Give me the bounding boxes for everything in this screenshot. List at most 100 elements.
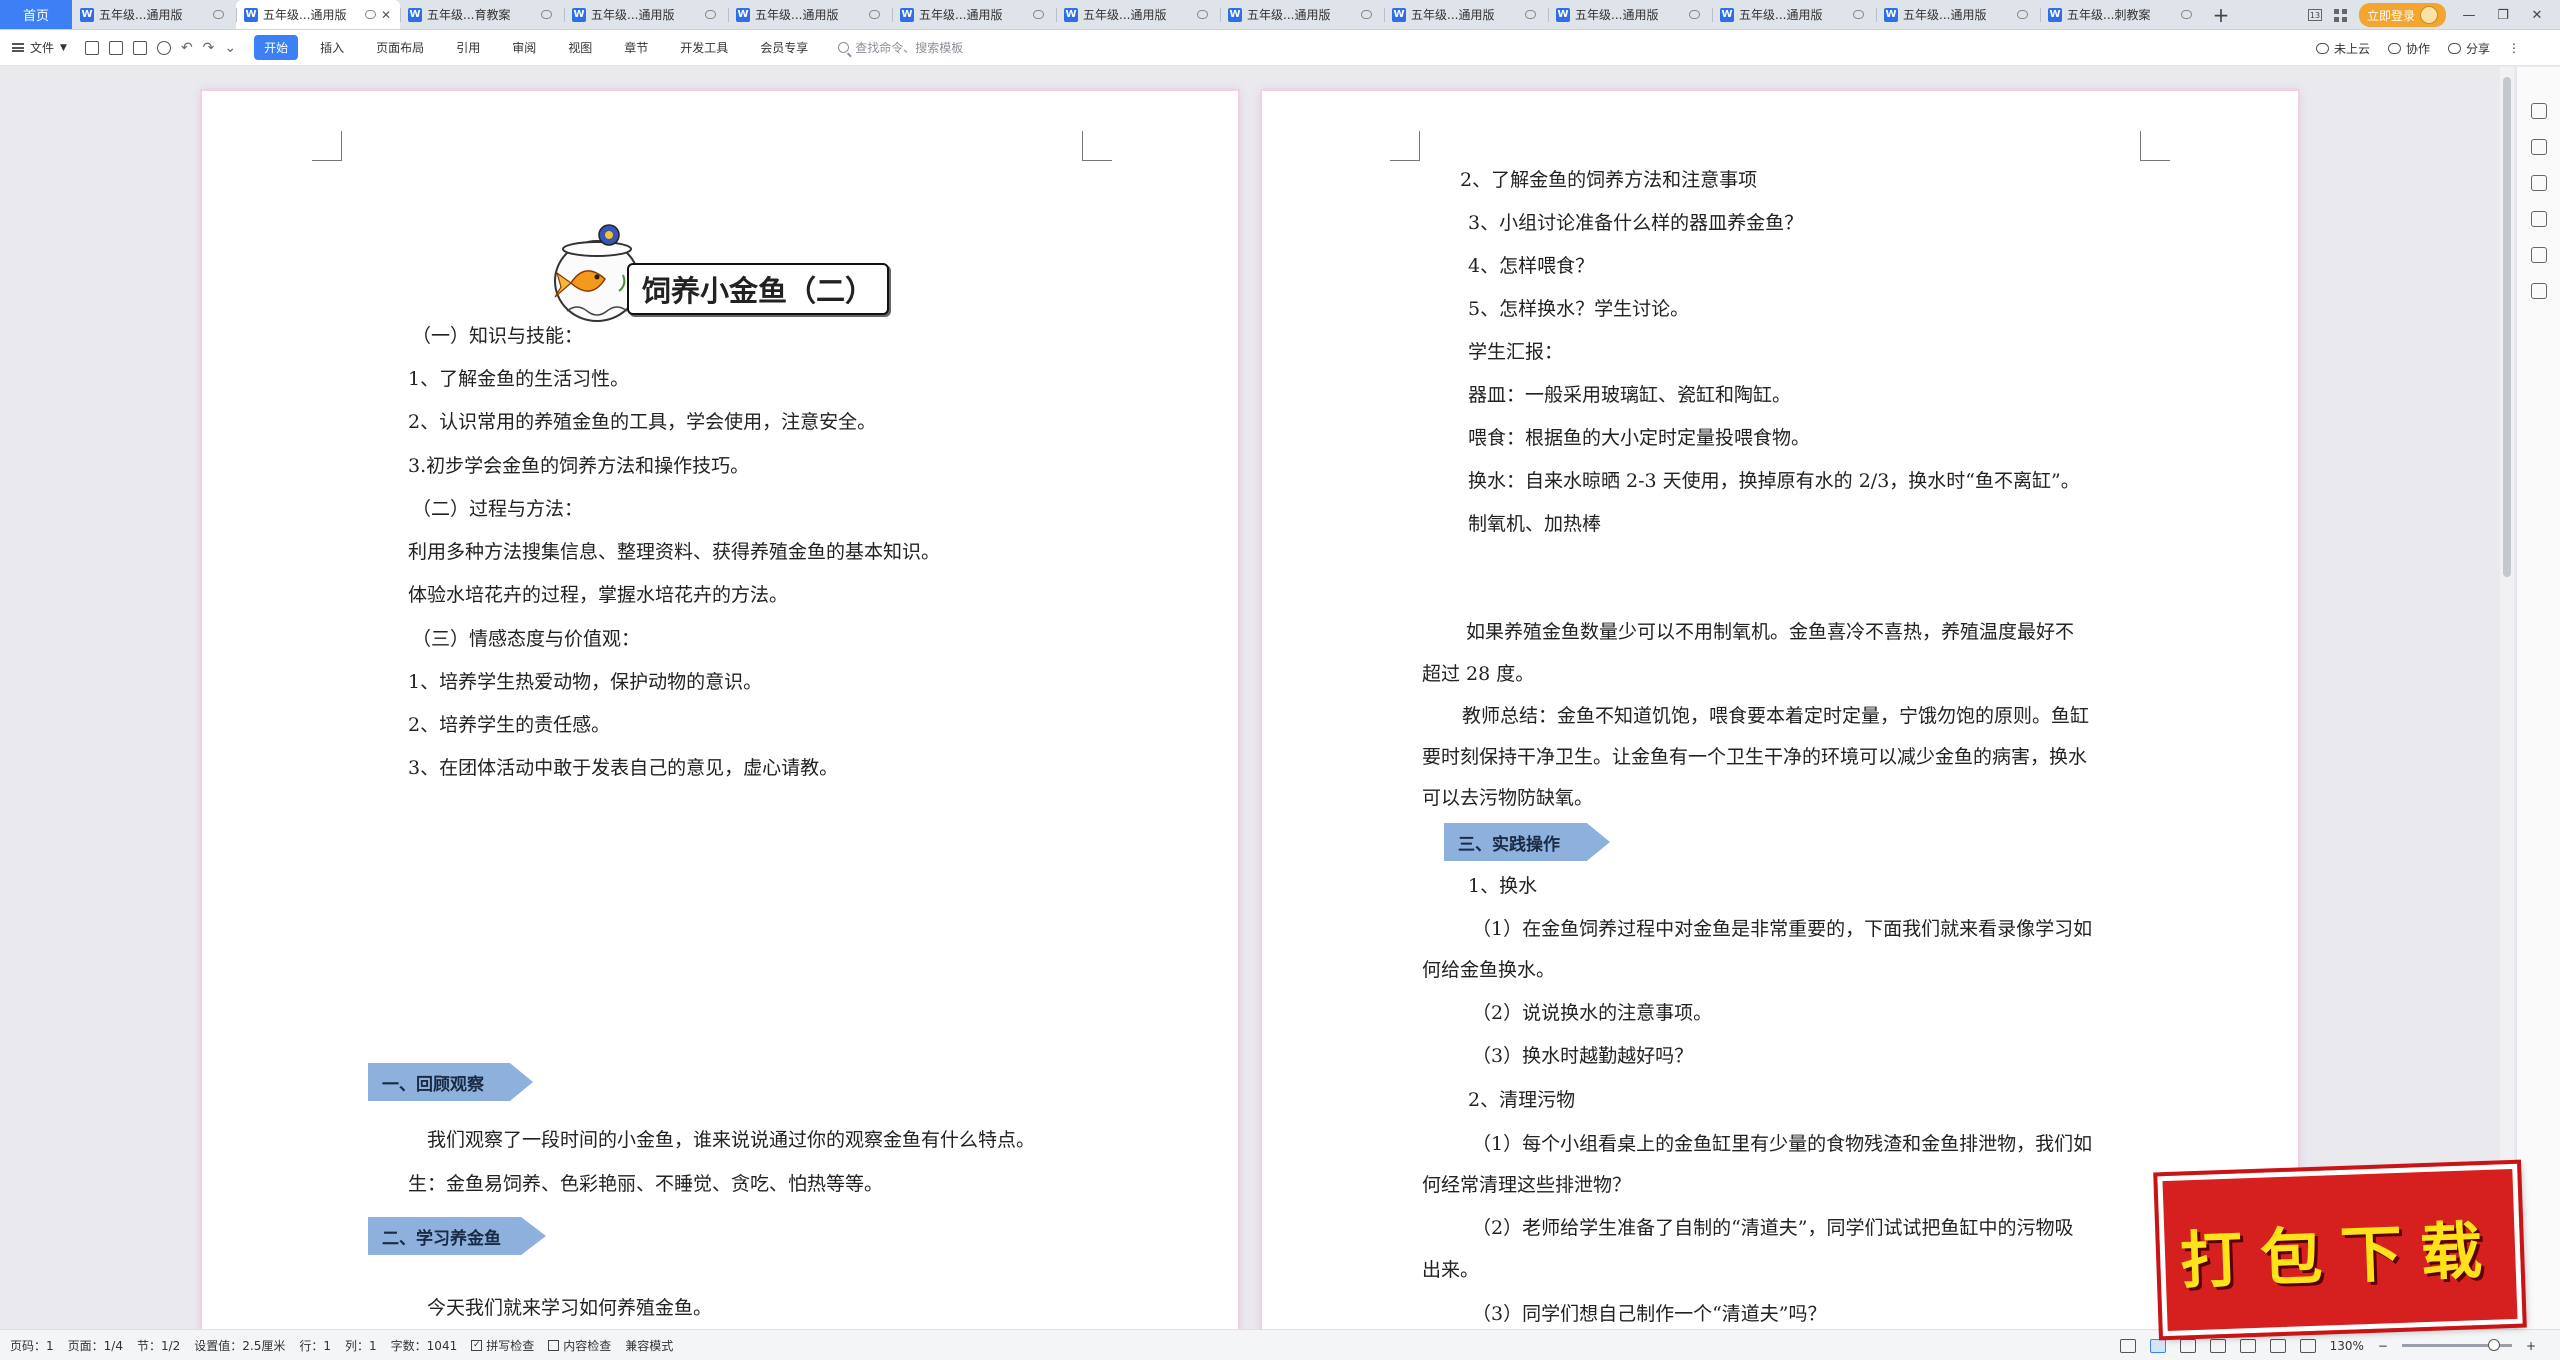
section-banner-review: 一、回顾观察 [368,1063,533,1101]
export-icon[interactable] [108,40,123,55]
scrollbar-thumb[interactable] [2503,77,2511,577]
outline-view-icon[interactable] [2179,1338,2196,1353]
status-words[interactable]: 字数：1041 [391,1337,458,1354]
preview-icon[interactable] [156,40,171,55]
read-view-icon[interactable] [2209,1338,2226,1353]
document-tab[interactable]: W 五年级...育教案 [400,0,564,29]
login-button[interactable]: 立即登录 [2358,3,2446,27]
image-icon[interactable] [2530,211,2547,227]
status-page-code[interactable]: 页码：1 [10,1337,54,1354]
learn-line: 今天我们就来学习如何养殖金鱼。 [427,1297,713,1319]
document-tab[interactable]: W 五年级...通用版 [1876,0,2040,29]
tab-title: 五年级...通用版 [1411,8,1495,22]
ribbon-tab[interactable]: 审阅 [502,35,546,60]
location-icon[interactable] [2530,247,2547,263]
hamburger-icon [12,43,24,52]
document-tab[interactable]: W 五年级...通用版 ✕ [236,0,400,29]
more-icon[interactable]: ⋮ [2508,41,2520,55]
objective-line: 3.初步学会金鱼的饲养方法和操作技巧。 [408,455,750,477]
para2-line-a: 教师总结：金鱼不知道饥饱，喂食要本着定时定量，宁饿勿饱的原则。鱼缸 [1462,705,2090,727]
cloud-status[interactable]: 未上云 [2315,40,2370,57]
ribbon-tab[interactable]: 开始 [254,35,299,60]
zoom-level[interactable]: 130% [2330,1339,2364,1353]
document-tab[interactable]: W 五年级...通用版 [892,0,1056,29]
eye-protect-icon[interactable] [2119,1338,2136,1353]
status-section[interactable]: 节：1/2 [137,1337,180,1354]
spell-check[interactable]: ✓ 拼写检查 [471,1337,534,1354]
redo-icon[interactable]: ↷ [203,41,215,55]
zoom-in-icon[interactable]: + [2526,1339,2536,1353]
write-view-icon[interactable] [2269,1338,2286,1353]
page-view-icon[interactable] [2149,1338,2166,1353]
writer-doc-icon: W [736,7,750,22]
edit-icon[interactable] [2530,103,2547,119]
method-line: 制氧机、加热棒 [1468,513,1602,535]
content-check[interactable]: 内容检查 [548,1337,611,1354]
cursor-icon[interactable] [2530,139,2547,155]
practice-q2-a: （2）老师给学生准备了自制的“清道夫”，同学们试试把鱼缸中的污物吸 [1472,1217,2074,1239]
save-icon[interactable] [84,40,99,55]
compat-mode: 兼容模式 [625,1338,674,1353]
document-tab[interactable]: W 五年级...通用版 [72,0,236,29]
document-tab[interactable]: W 五年级...刺教案 [2040,0,2204,29]
comment-icon [1853,10,1864,19]
zoom-slider-knob[interactable] [2487,1339,2500,1351]
close-icon[interactable]: ✕ [2526,8,2548,23]
vertical-scrollbar[interactable] [2500,67,2514,1329]
search-icon [838,42,850,53]
ribbon-tab[interactable]: 页面布局 [366,35,434,60]
book-icon[interactable] [2530,283,2547,299]
print-icon[interactable] [132,40,147,55]
writer-doc-icon: W [1556,7,1570,22]
document-tab[interactable]: W 五年级...通用版 [728,0,892,29]
apps-grid-icon[interactable] [2333,8,2347,22]
document-tab[interactable]: W 五年级...通用版 [1384,0,1548,29]
ribbon-tab[interactable]: 插入 [310,35,354,60]
document-tab[interactable]: W 五年级...通用版 [564,0,728,29]
adjust-icon[interactable] [2530,175,2547,191]
ribbon-tab[interactable]: 开发工具 [670,35,738,60]
ribbon-tab[interactable]: 章节 [614,35,658,60]
comment-icon [213,10,224,19]
tab-home[interactable]: 首页 [0,0,72,29]
tab-title: 五年级...通用版 [1083,8,1167,22]
customize-icon[interactable]: ⌄ [224,41,236,55]
ribbon-tab[interactable]: 视图 [558,35,602,60]
web-view-icon[interactable] [2239,1338,2256,1353]
collab-button[interactable]: 协作 [2387,40,2430,57]
status-setting[interactable]: 设置值：2.5厘米 [194,1337,285,1354]
zoom-out-icon[interactable]: − [2378,1339,2388,1353]
file-menu[interactable]: 文件 ▼ [12,39,67,56]
ribbon-tab[interactable]: 引用 [446,35,490,60]
para2-line-b: 要时刻保持干净卫生。让金鱼有一个卫生干净的环境可以减少金鱼的病害，换水 [1422,746,2088,768]
restore-icon[interactable]: ❐ [2492,8,2514,23]
minimize-icon[interactable]: — [2458,8,2480,23]
comment-icon [1033,10,1044,19]
practice-p2: （2）说说换水的注意事项。 [1472,1002,1713,1024]
tab-bar: 首页 W 五年级...通用版 W 五年级...通用版 ✕ W 五年级...育教案 W 五年级..… [0,0,2560,30]
comment-icon [2181,10,2192,19]
comment-icon [2017,10,2028,19]
document-tab[interactable]: W 五年级...通用版 [1056,0,1220,29]
zoom-slider[interactable] [2401,1339,2512,1351]
share-button[interactable]: 分享 [2447,40,2490,57]
content-check-label: 内容检查 [563,1338,612,1353]
command-search[interactable]: 查找命令、搜索模板 [838,39,963,56]
close-tab-icon[interactable]: ✕ [380,8,392,22]
ribbon-tabs: 开始 插入 页面布局 引用 审阅 视图 章节 开发工具 会员专享 [254,35,830,60]
tab-title: 五年级...通用版 [755,8,839,22]
comment-icon [1361,10,1372,19]
quick-tools: ↶ ↷ ⌄ [84,40,236,55]
window-count-icon[interactable]: 13 [2307,9,2322,21]
ribbon-tab[interactable]: 会员专享 [750,35,818,60]
method-line: 换水：自来水晾晒 2-3 天使用，换掉原有水的 2/3，换水时“鱼不离缸”。 [1468,470,2080,492]
document-tab[interactable]: W 五年级...通用版 [1712,0,1876,29]
document-tab[interactable]: W 五年级...通用版 [1548,0,1712,29]
fit-page-icon[interactable] [2299,1338,2316,1353]
download-promo-sticker[interactable]: 打包下载 [2153,1159,2527,1341]
undo-icon[interactable]: ↶ [181,41,193,55]
collab-label: 协作 [2405,41,2430,56]
new-tab-button[interactable]: + [2204,0,2238,29]
status-pages[interactable]: 页面：1/4 [68,1337,123,1354]
document-tab[interactable]: W 五年级...通用版 [1220,0,1384,29]
